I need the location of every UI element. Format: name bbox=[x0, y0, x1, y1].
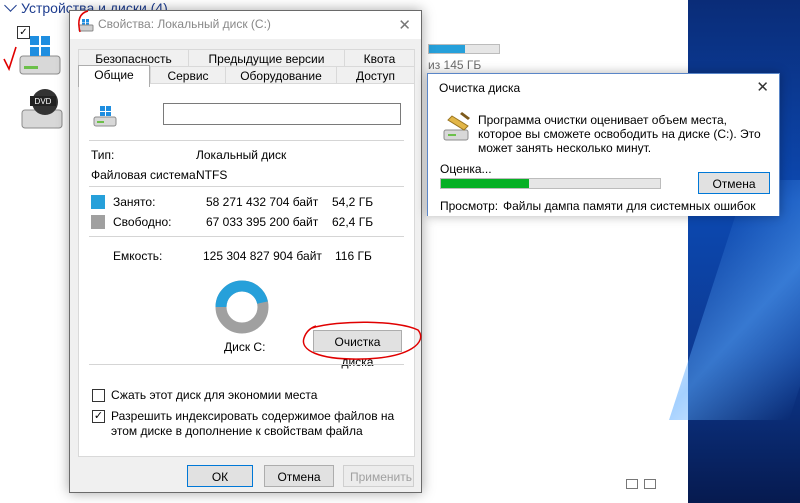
general-tab-panel: Тип: Локальный диск Файловая система: NT… bbox=[78, 83, 415, 457]
disk-usage-donut bbox=[215, 280, 269, 334]
tab-general[interactable]: Общие bbox=[78, 65, 150, 87]
drive-large-icon bbox=[93, 106, 117, 127]
cleanup-titlebar[interactable]: Очистка диска ✕ bbox=[428, 74, 779, 102]
bg-drive-usage-bar bbox=[428, 44, 500, 54]
view-mode-icons[interactable] bbox=[626, 478, 686, 492]
disk-cleanup-dialog: Очистка диска ✕ Программа очистки оценив… bbox=[427, 73, 780, 216]
filesystem-value: NTFS bbox=[196, 168, 228, 182]
scan-label: Просмотр: bbox=[440, 199, 499, 213]
used-bytes: 58 271 432 704 байт bbox=[206, 195, 319, 209]
free-bytes: 67 033 395 200 байт bbox=[206, 215, 319, 229]
bg-drive-free-text: из 145 ГБ bbox=[428, 58, 482, 72]
index-label: Разрешить индексировать содержимое файло… bbox=[111, 409, 395, 438]
filesystem-label: Файловая система: bbox=[91, 168, 200, 182]
close-icon[interactable]: ✕ bbox=[756, 78, 769, 96]
details-view-icon[interactable] bbox=[626, 479, 638, 489]
disk-cleanup-icon bbox=[443, 112, 470, 141]
free-gb: 62,4 ГБ bbox=[332, 215, 374, 229]
chevron-down-icon bbox=[4, 0, 17, 12]
red-oval-annotation bbox=[302, 321, 422, 360]
separator bbox=[89, 186, 404, 187]
close-icon[interactable]: ✕ bbox=[398, 16, 411, 34]
capacity-bytes: 125 304 827 904 байт bbox=[203, 249, 322, 263]
progress-label: Оценка... bbox=[440, 162, 492, 176]
separator bbox=[89, 236, 404, 237]
cleanup-body: Программа очистки оценивает объем места,… bbox=[428, 102, 779, 216]
compress-checkbox[interactable] bbox=[92, 389, 105, 402]
cleanup-progress-bar bbox=[440, 178, 661, 189]
cleanup-title: Очистка диска bbox=[439, 81, 521, 95]
cleanup-message: Программа очистки оценивает объем места,… bbox=[478, 113, 761, 155]
drive-select-checkbox[interactable]: ✓ bbox=[17, 26, 30, 39]
drive-label: Диск C: bbox=[224, 340, 266, 354]
cleanup-cancel-button[interactable]: Отмена bbox=[698, 172, 770, 194]
free-label: Свободно: bbox=[113, 215, 172, 229]
desktop-light-beam bbox=[669, 180, 800, 420]
compress-label: Сжать этот диск для экономии места bbox=[111, 388, 318, 402]
tabs-row-bottom: Общие Сервис Оборудование Доступ bbox=[78, 65, 415, 87]
drive-name-input[interactable] bbox=[163, 103, 401, 125]
properties-dialog: Свойства: Локальный диск (C:) ✕ Безопасн… bbox=[69, 10, 422, 493]
capacity-label: Емкость: bbox=[113, 249, 163, 263]
type-value: Локальный диск bbox=[196, 148, 287, 162]
ok-button[interactable]: ОК bbox=[187, 465, 253, 487]
bg-drive-usage-fill bbox=[429, 45, 466, 53]
separator bbox=[89, 364, 404, 365]
scan-value: Файлы дампа памяти для системных ошибок bbox=[503, 199, 756, 213]
used-label: Занято: bbox=[113, 195, 156, 209]
red-arc-annotation bbox=[78, 10, 89, 33]
cancel-button[interactable]: Отмена bbox=[264, 465, 334, 487]
index-checkbox[interactable]: ✓ bbox=[92, 410, 105, 423]
dvd-drive-icon[interactable]: DVD bbox=[20, 86, 66, 132]
cleanup-progress-fill bbox=[441, 179, 529, 188]
properties-title: Свойства: Локальный диск (C:) bbox=[98, 17, 271, 31]
type-label: Тип: bbox=[91, 148, 115, 162]
capacity-gb: 116 ГБ bbox=[335, 249, 372, 263]
svg-text:DVD: DVD bbox=[35, 97, 52, 106]
free-color-swatch bbox=[91, 215, 105, 229]
used-color-swatch bbox=[91, 195, 105, 209]
properties-titlebar[interactable]: Свойства: Локальный диск (C:) ✕ bbox=[70, 11, 421, 39]
used-gb: 54,2 ГБ bbox=[332, 195, 374, 209]
separator bbox=[89, 140, 404, 141]
tiles-view-icon[interactable] bbox=[644, 479, 656, 489]
red-check-annotation bbox=[3, 46, 17, 71]
apply-button[interactable]: Применить bbox=[343, 465, 414, 487]
